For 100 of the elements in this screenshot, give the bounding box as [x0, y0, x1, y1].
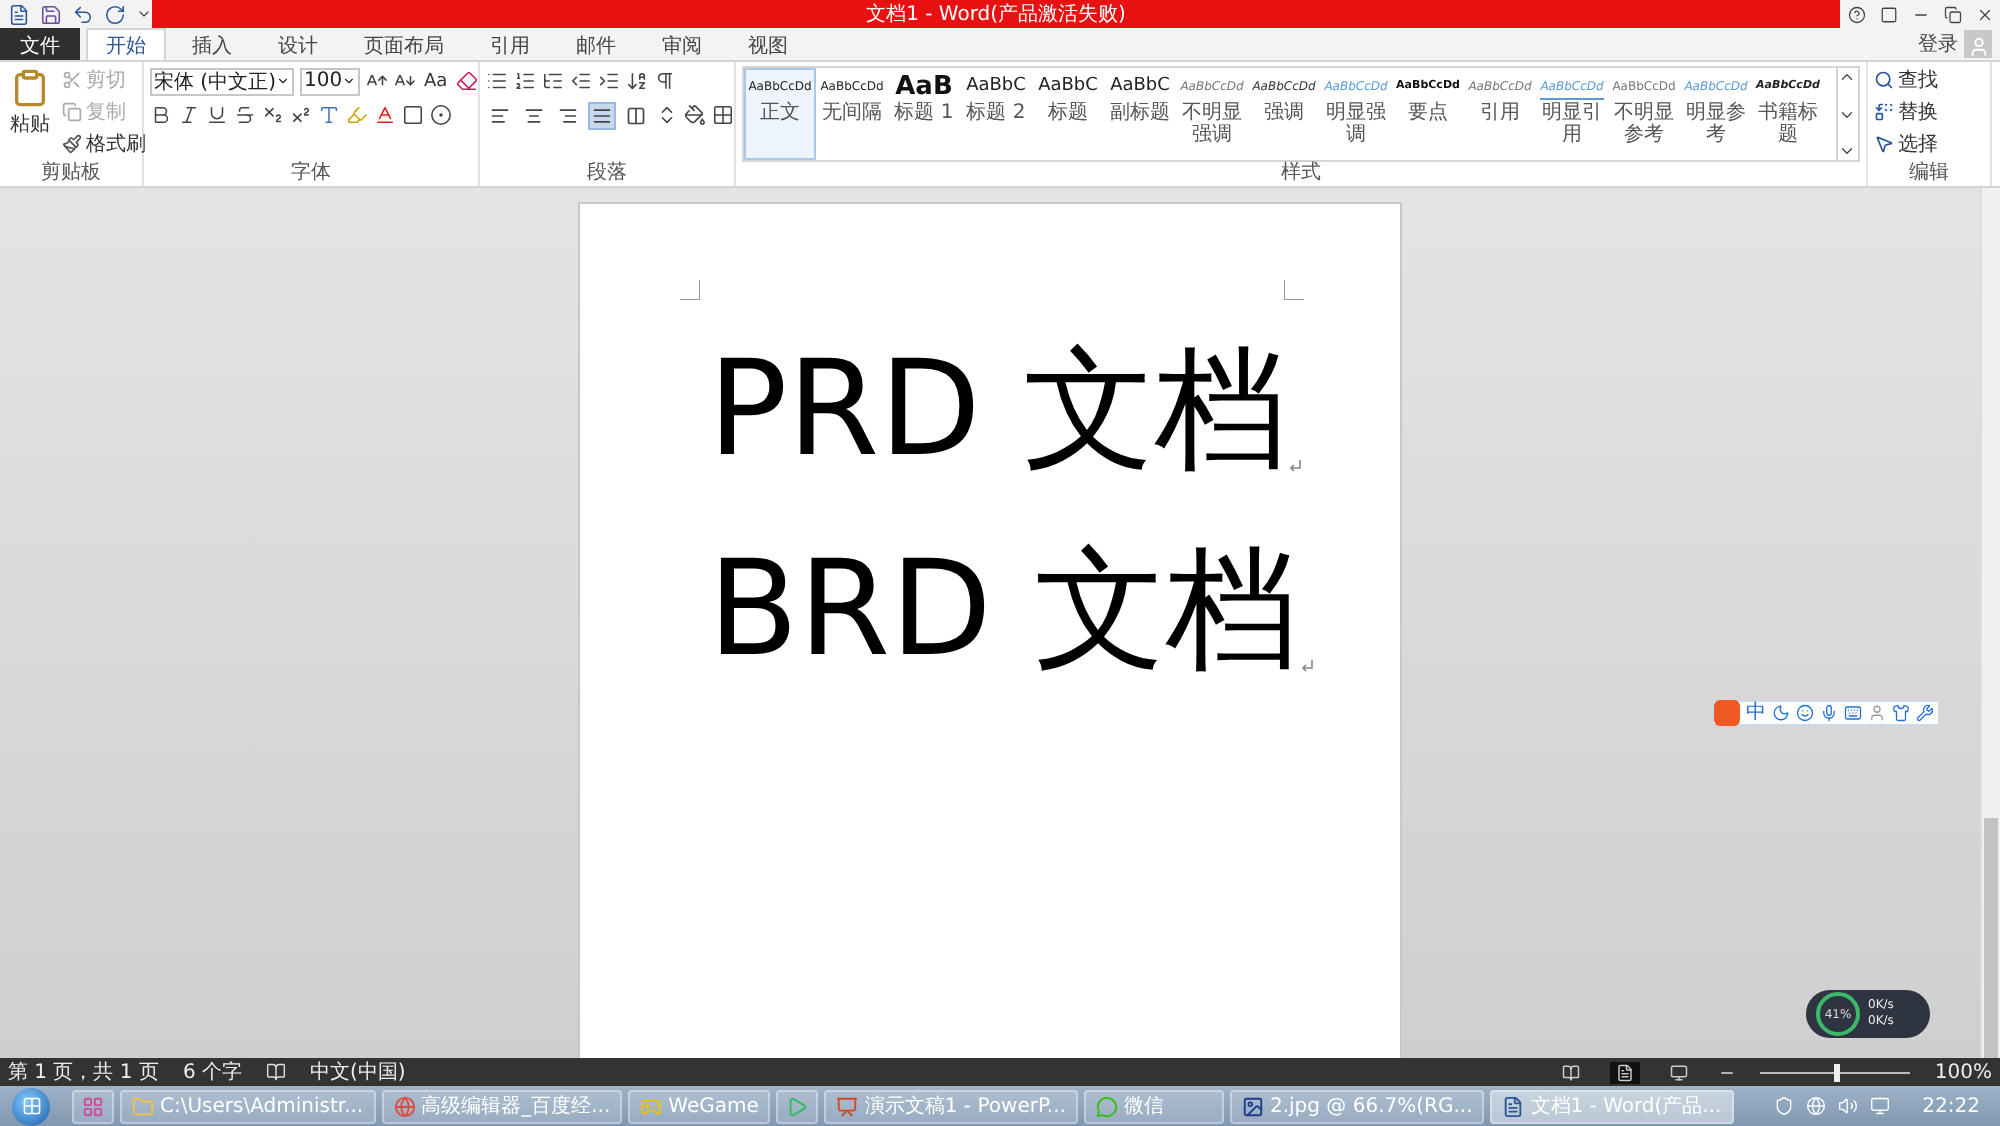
shield-icon[interactable] — [1774, 1096, 1795, 1116]
subscript-icon[interactable] — [262, 104, 284, 126]
keyboard-icon[interactable] — [1844, 704, 1862, 722]
network-icon[interactable] — [1870, 1096, 1891, 1116]
scroll-up-icon[interactable] — [1838, 68, 1856, 86]
align-button[interactable] — [588, 101, 616, 129]
change-case-button[interactable]: Aa — [422, 71, 450, 91]
help-icon[interactable] — [1847, 5, 1865, 23]
group-label: 字体 — [289, 162, 333, 186]
select-button[interactable]: 选择 — [1874, 130, 1938, 158]
line-spacing-icon[interactable] — [656, 104, 678, 126]
zoom-level[interactable]: 100% — [1934, 1061, 1992, 1083]
replace-button[interactable]: 替换 — [1874, 98, 1938, 126]
mic-icon[interactable] — [1820, 704, 1838, 722]
scissors-icon — [62, 70, 82, 90]
document-text: BRD 文档 — [708, 530, 1298, 690]
eraser-icon[interactable] — [455, 70, 478, 92]
ribbon-tab[interactable]: 设计 — [258, 28, 338, 60]
style-item[interactable]: AaBbC 副标题 — [1104, 68, 1176, 160]
clipboard-icon — [10, 68, 50, 108]
wrench-icon[interactable] — [1916, 704, 1934, 722]
style-item[interactable]: AaB 标题 1 — [888, 68, 960, 160]
enclose-character-icon[interactable] — [430, 104, 452, 126]
paragraph-mark-icon — [1290, 460, 1303, 472]
painter-button[interactable]: 格式刷 — [62, 130, 146, 158]
undo-icon[interactable] — [72, 3, 94, 25]
paste-button[interactable]: 粘贴 — [6, 66, 54, 162]
multilevel-list-icon[interactable] — [542, 70, 564, 92]
windows-logo-icon — [21, 1096, 41, 1116]
image-icon — [1241, 1095, 1264, 1117]
moon-icon[interactable] — [1772, 704, 1790, 722]
customize-icon[interactable] — [136, 6, 152, 22]
align-icon — [626, 105, 646, 125]
decrease-indent-icon[interactable] — [570, 70, 592, 92]
user-icon[interactable] — [1868, 704, 1886, 722]
more-styles-icon[interactable] — [1838, 142, 1856, 160]
close-icon[interactable] — [1975, 5, 1993, 23]
pilcrow-icon[interactable] — [654, 70, 676, 92]
play-icon — [786, 1095, 809, 1117]
page-count[interactable]: 第 1 页，共 1 页 — [8, 1058, 159, 1086]
text-effects-icon[interactable] — [318, 104, 340, 126]
page-icon — [1616, 1063, 1635, 1081]
underline-icon[interactable] — [206, 104, 228, 126]
superscript-icon[interactable] — [290, 104, 312, 126]
strikethrough-icon[interactable] — [234, 104, 256, 126]
volume-icon[interactable] — [1838, 1096, 1859, 1116]
redo-icon[interactable] — [104, 3, 126, 25]
bold-icon[interactable] — [150, 104, 172, 126]
document-text: PRD 文档 — [708, 330, 1287, 490]
align-icon — [592, 105, 612, 125]
ribbon-tab[interactable]: 插入 — [172, 28, 252, 60]
caret-icon[interactable] — [276, 74, 290, 88]
restore-icon[interactable] — [1943, 5, 1961, 23]
search-icon — [1874, 70, 1894, 90]
font-color-icon[interactable] — [374, 104, 396, 126]
word-app-icon — [8, 3, 30, 25]
language[interactable]: 中文(中国) — [310, 1058, 406, 1086]
ribbon-tab[interactable]: 视图 — [728, 28, 808, 60]
ribbon-tab[interactable]: 邮件 — [556, 28, 636, 60]
align-icon — [490, 105, 510, 125]
group-label: 剪贴板 — [39, 162, 103, 186]
window-title: 文档1 - Word(产品激活失败) — [866, 1, 1126, 28]
ribbon-tab[interactable]: 开始 — [86, 28, 166, 60]
style-item[interactable]: AaBbC 标题 2 — [960, 68, 1032, 160]
increase-indent-icon[interactable] — [598, 70, 620, 92]
find-button[interactable]: 查找 — [1874, 66, 1938, 94]
sort-icon[interactable] — [626, 70, 648, 92]
taskbar-button[interactable] — [72, 1089, 114, 1123]
sign-in-link[interactable]: 登录 — [1918, 30, 1958, 58]
group-label: 段落 — [585, 162, 629, 186]
proofing-icon[interactable] — [266, 1062, 286, 1082]
ribbon-tab[interactable]: 审阅 — [642, 28, 722, 60]
word-count[interactable]: 6 个字 — [182, 1058, 242, 1086]
ribbon-tab[interactable]: 页面布局 — [344, 28, 464, 60]
emoji-icon[interactable] — [1796, 704, 1814, 722]
book-icon — [1562, 1063, 1581, 1081]
font-name-field[interactable]: 宋体 (中文正) — [150, 67, 294, 95]
globe-icon[interactable] — [1806, 1096, 1827, 1116]
start-button[interactable] — [12, 1087, 50, 1125]
paragraph-mark-icon — [1301, 660, 1314, 672]
scrollbar[interactable] — [1980, 188, 2000, 1058]
caret-icon[interactable] — [342, 74, 356, 88]
borders-icon[interactable] — [712, 104, 734, 126]
copy-icon — [62, 102, 82, 122]
corner-mark-icon — [1284, 280, 1304, 300]
style-item[interactable]: AaBbC 标题 — [1032, 68, 1104, 160]
document-icon — [1502, 1095, 1525, 1117]
save-icon[interactable] — [40, 3, 62, 25]
print-layout-button[interactable] — [1610, 1061, 1641, 1083]
ribbon-tab[interactable]: 引用 — [470, 28, 550, 60]
font-size-field[interactable]: 100 — [300, 67, 360, 95]
numbering-icon[interactable] — [514, 70, 536, 92]
file-tab[interactable]: 文件 — [0, 28, 80, 60]
shirt-icon[interactable] — [1892, 704, 1910, 722]
monitor-icon — [1670, 1063, 1689, 1081]
group-label: 编辑 — [1907, 162, 1951, 186]
presentation-icon — [836, 1095, 859, 1117]
shading-icon[interactable] — [684, 104, 706, 126]
input-mode-toggle[interactable]: 中 — [1746, 702, 1766, 724]
italic-icon[interactable] — [178, 104, 200, 126]
